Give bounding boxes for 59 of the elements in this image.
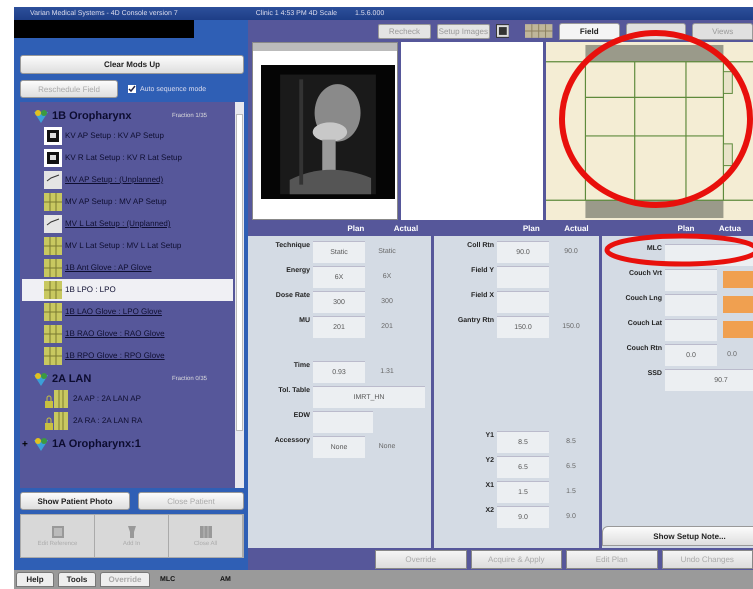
field-item[interactable]: MV L Lat Setup : (Unplanned) [22, 213, 233, 235]
field-item[interactable]: 1B LPO : LPO [22, 279, 233, 301]
window-icon[interactable] [496, 24, 510, 38]
plan-value-field [665, 318, 717, 340]
field-item[interactable]: 1B RPO Glove : RPO Glove [22, 345, 233, 367]
plan-icon [32, 436, 50, 452]
field-item[interactable]: 1B Ant Glove : AP Glove [22, 257, 233, 279]
view-tab[interactable]: Views [692, 22, 753, 40]
checkbox[interactable] [128, 85, 136, 93]
clear-button[interactable]: Clear Mods Up [20, 55, 244, 74]
plan-value-field [665, 294, 717, 316]
field-item[interactable]: MV AP Setup : (Unplanned) [22, 169, 233, 191]
plan-name[interactable]: 1A Oropharynx:1 [52, 438, 170, 450]
field-item[interactable]: KV AP Setup : KV AP Setup [22, 125, 233, 147]
field-item[interactable]: 2A RA : 2A LAN RA [22, 410, 233, 432]
lock-field-icon [44, 412, 70, 430]
status-tab[interactable]: Tools [58, 572, 96, 587]
beam-field-icon [44, 237, 62, 255]
lock-field-icon [44, 390, 70, 408]
field-item[interactable]: 2A AP : 2A LAN AP [22, 388, 233, 410]
field-item[interactable]: 1B RAO Glove : RAO Glove [22, 323, 233, 345]
plan-name[interactable]: 1B Oropharynx [52, 110, 170, 122]
beam-field-icon [44, 281, 62, 299]
plan-value-field [313, 410, 343, 432]
plan-value-field [497, 266, 549, 288]
field-item[interactable]: 1B LAO Glove : LPO Glove [22, 301, 233, 323]
image-icon [52, 526, 64, 538]
grid-icon [200, 526, 212, 538]
column-header: Actual [392, 224, 420, 232]
beam-field-icon [44, 193, 62, 211]
status-tab[interactable]: Help [16, 572, 54, 587]
plan-value-field [665, 268, 717, 290]
column-header: Plan [522, 224, 541, 232]
plan-icon [32, 108, 50, 124]
beam-field-icon [44, 259, 62, 277]
checkmark-icon [44, 171, 62, 189]
plan-icon [32, 371, 50, 387]
column-header: Actual [563, 224, 590, 232]
checkmark-icon [44, 215, 62, 233]
column-header: Actua [718, 224, 742, 232]
scrollbar[interactable] [235, 102, 244, 488]
field-item[interactable]: KV R Lat Setup : KV R Lat Setup [22, 147, 233, 169]
plan-value-field [343, 410, 373, 432]
field-item[interactable]: MV AP Setup : MV AP Setup [22, 191, 233, 213]
column-header: Plan [346, 224, 366, 232]
beam-field-icon [44, 325, 62, 343]
plan-name[interactable]: 2A LAN [52, 373, 170, 385]
photo-button[interactable]: Show Patient Photo [20, 492, 130, 510]
beam-field-icon [44, 347, 62, 365]
plan-value-field [497, 290, 549, 312]
image-icon [44, 149, 62, 167]
expand-toggle[interactable]: + [22, 438, 30, 450]
column-header: Plan [676, 224, 696, 232]
view-tab[interactable]: Field [558, 22, 620, 40]
field-item[interactable]: MV L Lat Setup : MV L Lat Setup [22, 235, 233, 257]
beam-field-icon [44, 303, 62, 321]
setup-note-button[interactable]: Show Setup Note... [602, 526, 753, 546]
figure-icon [126, 526, 138, 538]
image-icon [44, 127, 62, 145]
